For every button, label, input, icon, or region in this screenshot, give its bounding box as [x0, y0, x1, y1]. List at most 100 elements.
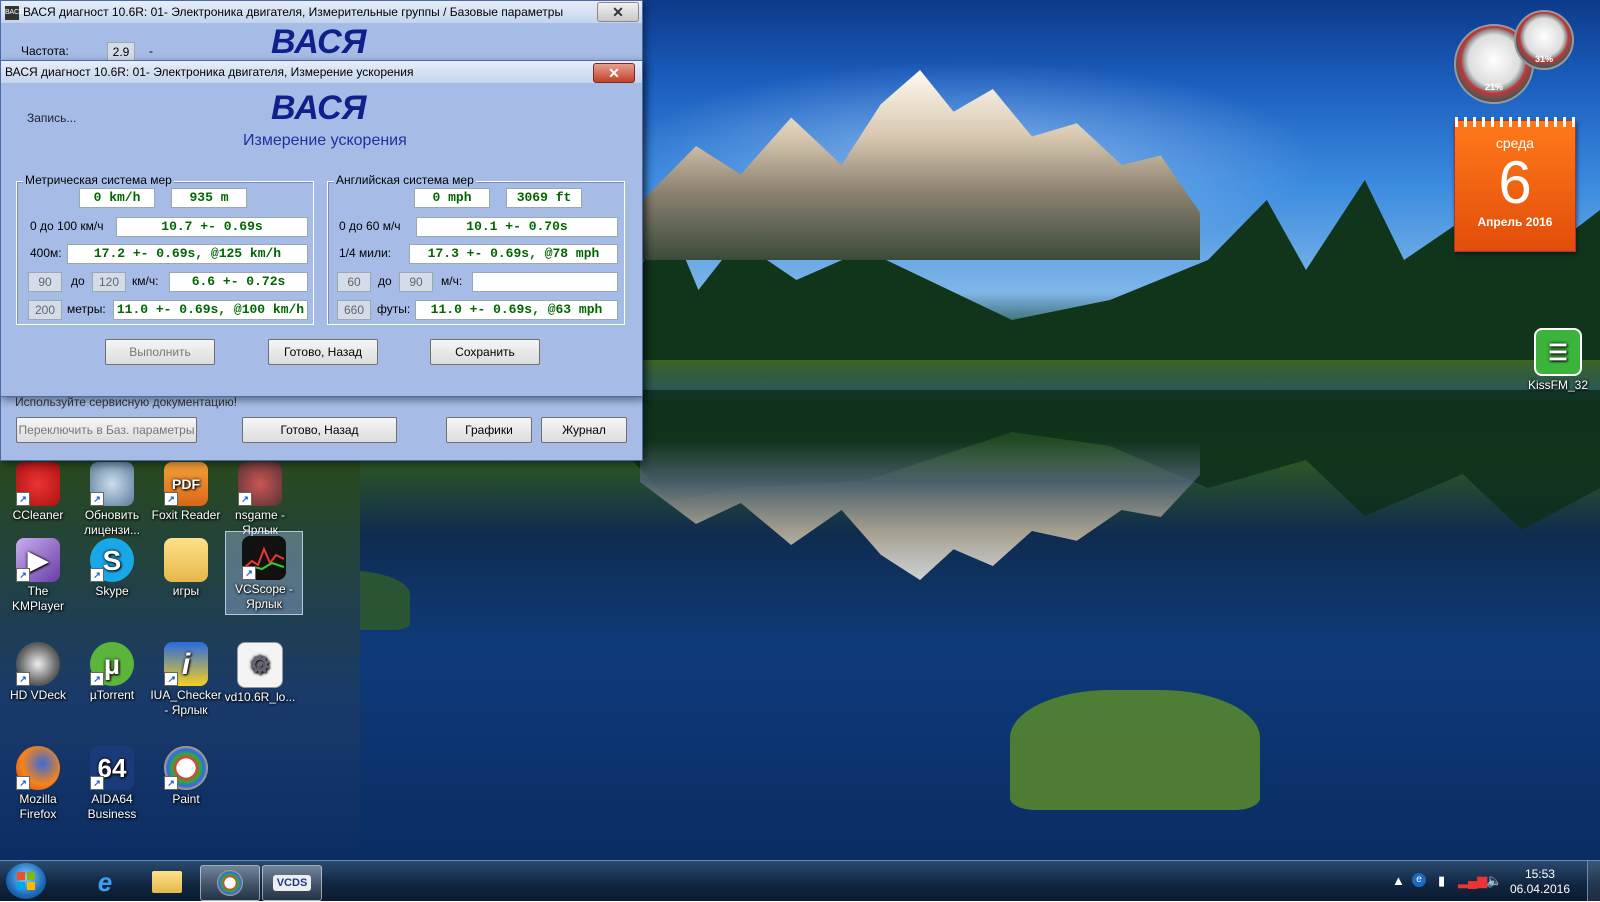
switch-basic-params-button[interactable]: Переключить в Баз. параметры [16, 417, 197, 443]
desktop-icon-vd-settings[interactable]: ⚙ vd10.6R_lo... [222, 642, 298, 705]
imperial-from-speed-input[interactable]: 60 [337, 272, 371, 292]
taskbar-internet-explorer[interactable]: e [76, 865, 134, 899]
desktop-icon-skype[interactable]: S ↗ Skype [74, 538, 150, 599]
desktop-icon-nsgame[interactable]: ↗ nsgame - Ярлык [222, 462, 298, 538]
desktop-icon-update-license[interactable]: ↗ Обновить лицензи... [74, 462, 150, 538]
imperial-distance-field: 3069 ft [506, 188, 582, 208]
metric-to-speed-input[interactable]: 120 [92, 272, 126, 292]
clock-time: 15:53 [1524, 867, 1555, 881]
desktop-icon-label: The KMPlayer [11, 584, 64, 613]
clock[interactable]: 15:53 06.04.2016 [1510, 867, 1570, 897]
window-subtitle: Измерение ускорения [243, 132, 407, 149]
desktop-icon-label: Skype [95, 584, 129, 598]
imperial-0-60-result: 10.1 +- 0.70s [416, 217, 618, 237]
paint-icon: ↗ [164, 746, 208, 790]
show-hidden-icons-button[interactable]: ▲ [1392, 873, 1405, 888]
desktop-icon-kmplayer[interactable]: ▶ ↗ The KMPlayer [0, 538, 76, 614]
imperial-speed-unit: м/ч: [441, 274, 463, 288]
graphs-button[interactable]: Графики [446, 417, 532, 443]
desktop-icon-label: Foxit Reader [151, 508, 221, 522]
desktop-icon-label: VCScope - Ярлык [234, 582, 294, 611]
imperial-to-label: до [378, 274, 392, 288]
metric-speed-unit: км/ч: [132, 274, 159, 288]
battery-icon[interactable]: ▮ [1438, 873, 1445, 889]
window-titlebar[interactable]: ВАСЯВАСЯ диагност 10.6R: 01- Электроника… [1, 1, 642, 23]
metric-from-speed-input[interactable]: 90 [28, 272, 62, 292]
imperial-distance-result: 11.0 +- 0.69s, @63 mph [415, 300, 618, 320]
skype-icon: S ↗ [90, 538, 134, 582]
metric-distance-result: 11.0 +- 0.69s, @100 km/h [113, 300, 308, 320]
done-back-button[interactable]: Готово, Назад [268, 339, 378, 365]
volume-icon[interactable]: 🔈 [1486, 873, 1502, 889]
taskbar-vcds[interactable]: VCDS [262, 865, 322, 901]
acceleration-window[interactable]: ВАСЯ диагност 10.6R: 01- Электроника дви… [0, 60, 643, 397]
desktop-icon-utorrent[interactable]: µ ↗ µTorrent [74, 642, 150, 703]
taskbar: e VCDS ▲ e ▮ ▂▄▆ 🔈 15:53 06.04.2016 [0, 860, 1600, 901]
desktop-icon-hd-vdeck[interactable]: ↗ HD VDeck [0, 642, 76, 703]
imperial-distance-input[interactable]: 660 [337, 300, 371, 320]
ccleaner-icon: ↗ [16, 462, 60, 506]
desktop-icon-kissfm[interactable]: ☰ KissFM_32 [1520, 328, 1596, 393]
ram-gauge[interactable]: 31% [1514, 10, 1574, 70]
folder-icon [164, 538, 208, 582]
desktop-icon-games-folder[interactable]: игры [148, 538, 224, 599]
calendar-gadget[interactable]: среда 6 Апрель 2016 [1454, 117, 1576, 252]
metric-distance-input[interactable]: 200 [28, 300, 62, 320]
desktop-icon-label: IUA_Checker - Ярлык [150, 688, 222, 717]
imperial-speed-field: 0 mph [414, 188, 490, 208]
taskbar-paint[interactable] [200, 865, 260, 901]
firefox-icon: ↗ [16, 746, 60, 790]
close-button[interactable]: ✕ [597, 2, 639, 22]
metric-400m-result: 17.2 +- 0.69s, @125 km/h [67, 244, 308, 264]
settings-file-icon: ⚙ [237, 642, 283, 688]
log-button[interactable]: Журнал [541, 417, 627, 443]
imperial-group-title: Английская система мер [334, 173, 476, 187]
start-button[interactable] [6, 863, 46, 899]
desktop-icon-ccleaner[interactable]: ↗ CCleaner [0, 462, 76, 523]
desktop-icon-label: Обновить лицензи... [84, 508, 140, 537]
desktop-icon-aida64[interactable]: 64 ↗ AIDA64 Business [74, 746, 150, 822]
desktop-icon-foxit[interactable]: PDF ↗ Foxit Reader [148, 462, 224, 523]
desktop-icon-vcscope[interactable]: ↗ VCScope - Ярлык [225, 531, 303, 615]
desktop-icon-paint[interactable]: ↗ Paint [148, 746, 224, 807]
imperial-to-speed-input[interactable]: 90 [399, 272, 433, 292]
desktop-icon-label: vd10.6R_lo... [224, 690, 296, 704]
vasya-logo: ВАСЯ [271, 89, 367, 127]
metric-speed-field: 0 km/h [79, 188, 155, 208]
imperial-range-result [472, 272, 618, 292]
ram-gauge-value: 31% [1534, 54, 1553, 64]
metric-to-label: до [71, 274, 85, 288]
metric-row1-label: 0 до 100 км/ч [30, 219, 104, 233]
close-button[interactable]: ✕ [593, 63, 635, 83]
desktop-icon-label: Mozilla Firefox [19, 792, 57, 821]
metric-distance-field: 935 m [171, 188, 247, 208]
taskbar-explorer[interactable] [138, 865, 196, 899]
show-desktop-button[interactable] [1587, 861, 1600, 901]
desktop-icon-label: AIDA64 Business [87, 792, 137, 821]
back-done-button[interactable]: Готово, Назад [242, 417, 397, 443]
metric-group-title: Метрическая система мер [23, 173, 174, 187]
desktop-icon-firefox[interactable]: ↗ Mozilla Firefox [0, 746, 76, 822]
ie-icon: e [97, 866, 113, 897]
imperial-row1-label: 0 до 60 м/ч [339, 219, 401, 233]
network-icon[interactable]: ▂▄▆ [1458, 873, 1487, 889]
desktop-icon-label: HD VDeck [9, 688, 66, 702]
frequency-value: 2.9 [107, 42, 135, 62]
vcscope-icon: ↗ [242, 536, 286, 580]
clock-date: 06.04.2016 [1509, 882, 1570, 896]
metric-row2-label: 400м: [30, 246, 62, 260]
frequency-dash: - [149, 44, 153, 58]
iua-checker-icon: i ↗ [164, 642, 208, 686]
update-license-icon: ↗ [90, 462, 134, 506]
desktop-icon-label: игры [172, 584, 200, 598]
imperial-row2-label: 1/4 мили: [339, 246, 392, 260]
vcds-icon: VCDS [272, 875, 312, 891]
run-button[interactable]: Выполнить [105, 339, 215, 365]
frequency-label: Частота: [21, 44, 69, 58]
window-titlebar[interactable]: ВАСЯ диагност 10.6R: 01- Электроника дви… [1, 61, 642, 83]
desktop-icon-label: Paint [172, 792, 200, 806]
save-button[interactable]: Сохранить [430, 339, 540, 365]
tray-app-icon[interactable]: e [1412, 873, 1426, 887]
desktop-icon-iua-checker[interactable]: i ↗ IUA_Checker - Ярлык [148, 642, 224, 718]
app-icon: ВАСЯ [5, 5, 24, 20]
